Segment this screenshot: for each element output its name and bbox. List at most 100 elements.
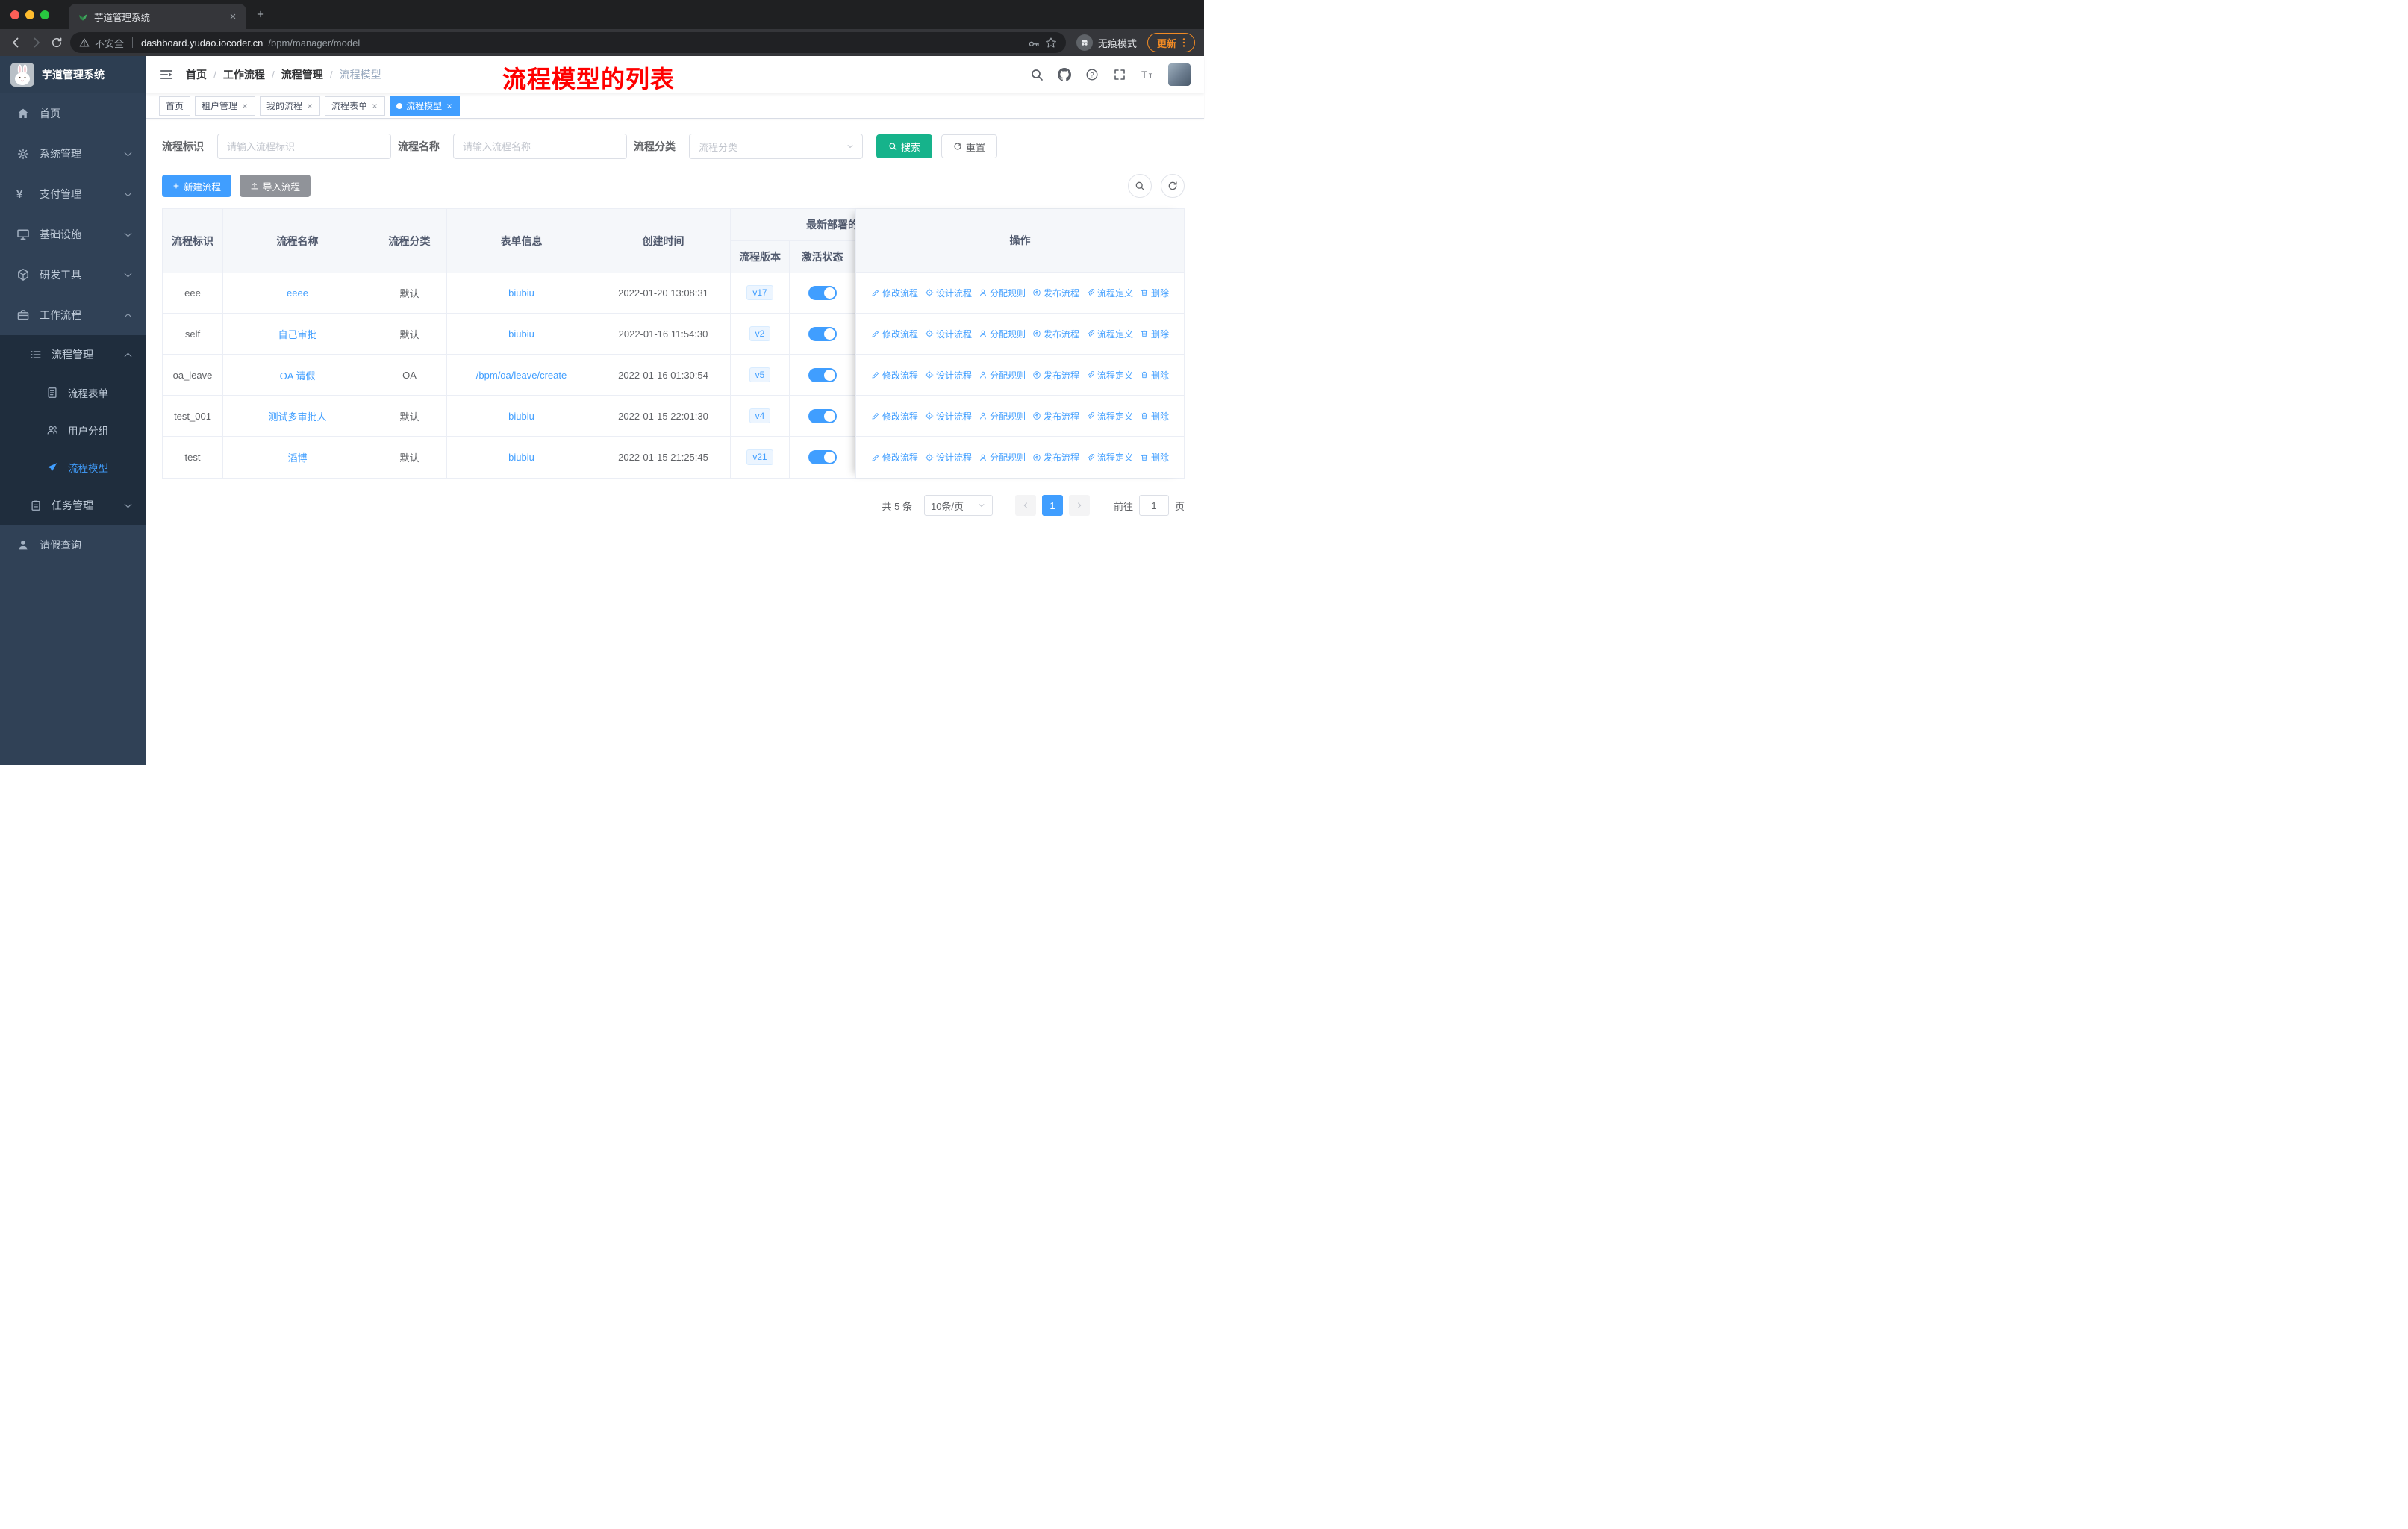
close-icon[interactable]	[306, 102, 314, 110]
breadcrumb-workflow[interactable]: 工作流程	[207, 67, 265, 82]
sidebar-item-infra[interactable]: 基础设施	[0, 214, 146, 255]
process-definition-link[interactable]: 流程定义	[1086, 328, 1133, 340]
sidebar-collapse-icon[interactable]	[159, 67, 174, 82]
publish-process-link[interactable]: 发布流程	[1032, 451, 1079, 464]
tag-process-form[interactable]: 流程表单	[325, 96, 386, 116]
import-process-button[interactable]: 导入流程	[240, 175, 311, 197]
sidebar-item-process-model[interactable]: 流程模型	[0, 449, 146, 486]
prev-page-button[interactable]	[1014, 495, 1036, 516]
assign-rule-link[interactable]: 分配规则	[979, 410, 1026, 423]
process-definition-link[interactable]: 流程定义	[1086, 369, 1133, 382]
bookmark-star-icon[interactable]	[1045, 37, 1057, 49]
refresh-table-button[interactable]	[1161, 174, 1185, 198]
browser-tab[interactable]: 芋道管理系统	[69, 4, 246, 29]
delete-process-link[interactable]: 删除	[1140, 287, 1169, 299]
design-process-link[interactable]: 设计流程	[925, 410, 972, 423]
reload-button[interactable]	[51, 37, 63, 49]
back-button[interactable]	[9, 36, 22, 49]
breadcrumb-process-mgmt[interactable]: 流程管理	[265, 67, 323, 82]
fullscreen-icon[interactable]	[1113, 68, 1126, 81]
font-size-icon[interactable]	[1141, 68, 1154, 81]
edit-process-link[interactable]: 修改流程	[871, 451, 918, 464]
edit-process-link[interactable]: 修改流程	[871, 410, 918, 423]
active-status-toggle[interactable]	[808, 408, 837, 423]
minimize-window-button[interactable]	[25, 10, 34, 19]
tag-my-process[interactable]: 我的流程	[260, 96, 321, 116]
sidebar-item-payment[interactable]: ¥ 支付管理	[0, 174, 146, 214]
design-process-link[interactable]: 设计流程	[925, 451, 972, 464]
close-icon[interactable]	[241, 102, 249, 110]
github-icon[interactable]	[1058, 68, 1071, 81]
breadcrumb-home[interactable]: 首页	[186, 67, 207, 82]
tab-close-icon[interactable]	[228, 12, 237, 21]
page-number-1[interactable]: 1	[1041, 495, 1063, 516]
sidebar-item-leave-query[interactable]: 请假查询	[0, 525, 146, 565]
assign-rule-link[interactable]: 分配规则	[979, 369, 1026, 382]
close-icon[interactable]	[446, 102, 453, 110]
sidebar-item-devtools[interactable]: 研发工具	[0, 255, 146, 295]
help-icon[interactable]	[1085, 68, 1099, 81]
assign-rule-link[interactable]: 分配规则	[979, 287, 1026, 299]
close-window-button[interactable]	[10, 10, 19, 19]
delete-process-link[interactable]: 删除	[1140, 369, 1169, 382]
tag-process-model-active[interactable]: 流程模型	[390, 96, 461, 116]
delete-process-link[interactable]: 删除	[1140, 410, 1169, 423]
form-info-link[interactable]: /bpm/oa/leave/create	[476, 370, 567, 381]
browser-menu-icon[interactable]	[1178, 37, 1190, 49]
form-info-link[interactable]: biubiu	[508, 452, 534, 463]
assign-rule-link[interactable]: 分配规则	[979, 451, 1026, 464]
close-icon[interactable]	[371, 102, 378, 110]
process-name-link[interactable]: eeee	[287, 287, 308, 299]
process-name-link[interactable]: 滔博	[287, 450, 307, 464]
reset-button[interactable]: 重置	[941, 134, 998, 158]
search-button[interactable]: 搜索	[876, 134, 933, 158]
form-info-link[interactable]: biubiu	[508, 287, 534, 299]
publish-process-link[interactable]: 发布流程	[1032, 287, 1079, 299]
active-status-toggle[interactable]	[808, 450, 837, 464]
new-tab-button[interactable]	[255, 10, 266, 20]
url-bar[interactable]: 不安全 dashboard.yudao.iocoder.cn/bpm/manag…	[70, 32, 1066, 53]
chrome-update-button[interactable]: 更新	[1147, 33, 1195, 52]
next-page-button[interactable]	[1068, 495, 1090, 516]
delete-process-link[interactable]: 删除	[1140, 451, 1169, 464]
page-size-select[interactable]: 10条/页	[923, 495, 993, 516]
active-status-toggle[interactable]	[808, 326, 837, 341]
process-definition-link[interactable]: 流程定义	[1086, 410, 1133, 423]
form-info-link[interactable]: biubiu	[508, 328, 534, 340]
sidebar-item-task-mgmt[interactable]: 任务管理	[0, 486, 146, 525]
password-key-icon[interactable]	[1028, 37, 1040, 49]
publish-process-link[interactable]: 发布流程	[1032, 369, 1079, 382]
create-process-button[interactable]: 新建流程	[162, 175, 232, 197]
process-name-link[interactable]: 测试多审批人	[268, 409, 326, 423]
publish-process-link[interactable]: 发布流程	[1032, 328, 1079, 340]
publish-process-link[interactable]: 发布流程	[1032, 410, 1079, 423]
sidebar-item-process-mgmt[interactable]: 流程管理	[0, 335, 146, 374]
process-definition-link[interactable]: 流程定义	[1086, 287, 1133, 299]
toggle-search-button[interactable]	[1128, 174, 1152, 198]
edit-process-link[interactable]: 修改流程	[871, 369, 918, 382]
process-name-link[interactable]: 自己审批	[278, 327, 316, 341]
edit-process-link[interactable]: 修改流程	[871, 328, 918, 340]
user-avatar[interactable]	[1168, 63, 1191, 86]
active-status-toggle[interactable]	[808, 367, 837, 382]
edit-process-link[interactable]: 修改流程	[871, 287, 918, 299]
process-name-input[interactable]	[453, 134, 627, 159]
sidebar-item-workflow[interactable]: 工作流程	[0, 295, 146, 335]
search-icon[interactable]	[1030, 68, 1044, 81]
maximize-window-button[interactable]	[40, 10, 49, 19]
assign-rule-link[interactable]: 分配规则	[979, 328, 1026, 340]
goto-page-input[interactable]	[1138, 495, 1169, 516]
forward-button[interactable]	[30, 36, 43, 49]
tag-tenant-mgmt[interactable]: 租户管理	[195, 96, 256, 116]
process-id-input[interactable]	[217, 134, 391, 159]
design-process-link[interactable]: 设计流程	[925, 369, 972, 382]
sidebar-item-home[interactable]: 首页	[0, 93, 146, 134]
sidebar-item-user-group[interactable]: 用户分组	[0, 411, 146, 449]
process-category-select[interactable]: 流程分类	[689, 134, 863, 159]
design-process-link[interactable]: 设计流程	[925, 328, 972, 340]
sidebar-item-system[interactable]: 系统管理	[0, 134, 146, 174]
active-status-toggle[interactable]	[808, 285, 837, 300]
process-name-link[interactable]: OA 请假	[280, 368, 316, 382]
design-process-link[interactable]: 设计流程	[925, 287, 972, 299]
tag-home[interactable]: 首页	[159, 96, 191, 116]
